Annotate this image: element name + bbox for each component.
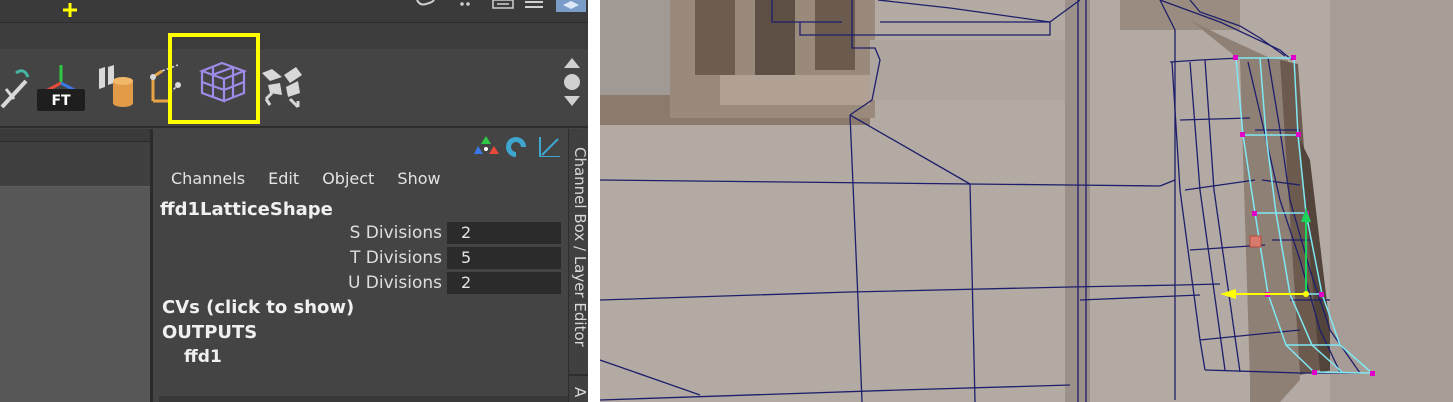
shelf-scroll-up-icon[interactable] [564,58,580,68]
cvs-toggle[interactable]: CVs (click to show) [162,297,354,318]
manip-center-icon [1303,291,1309,297]
menu-show[interactable]: Show [397,169,440,188]
channel-box-toolbar [474,136,560,157]
cube-blue-icon[interactable] [556,0,586,12]
shelf: FT [0,49,588,128]
attr-label-u-divisions[interactable]: U Divisions [348,273,442,293]
shelf-menu-icon[interactable] [564,74,580,90]
left-panel-header [0,129,150,142]
attr-field-t-divisions[interactable]: 5 [447,247,561,269]
left-panel-body [0,186,150,402]
lattice-highlight-box [168,33,260,124]
outputs-heading: OUTPUTS [162,322,258,343]
shelf-scroll-control[interactable] [560,54,584,110]
shelf-scroll-down-icon[interactable] [564,96,580,106]
manipulator-icon[interactable] [474,136,499,154]
ft-label: FT [51,93,71,109]
viewport-panel[interactable] [600,0,1453,402]
menu-channels[interactable]: Channels [171,169,245,188]
shelf-tabs-bar [0,22,588,51]
attr-label-s-divisions[interactable]: S Divisions [350,223,442,243]
menu-object[interactable]: Object [322,169,374,188]
channel-box-bottom-bar [159,396,568,402]
wrap-deformer-icon[interactable] [260,63,306,113]
yellow-plus-icon[interactable] [63,3,77,17]
bend-deformer-icon[interactable] [96,63,138,113]
attr-field-u-divisions[interactable]: 2 [447,272,561,294]
side-tab-label: Channel Box / Layer Editor [571,147,588,347]
left-panel [0,129,150,402]
grid-dots-icon[interactable] [460,2,470,6]
status-line-icons [63,0,586,17]
lines-icon[interactable] [525,1,543,8]
attr-label-t-divisions[interactable]: T Divisions [350,248,442,268]
attr-field-s-divisions[interactable]: 2 [447,222,561,244]
attribute-editor-tab-label[interactable]: A [571,387,588,397]
viewport-scene [600,0,1453,402]
slope-icon[interactable] [539,137,560,157]
freeze-transform-button[interactable]: FT [34,63,88,113]
snap-icon[interactable] [416,0,435,6]
status-line [0,0,588,22]
channel-box-menu: Channels Edit Object Show [171,169,459,188]
channel-box-side-tab[interactable]: Channel Box / Layer Editor A [568,129,588,402]
side-tab-separator [569,374,588,376]
speed-icon[interactable] [506,137,526,157]
menu-edit[interactable]: Edit [268,169,299,188]
channel-box: Channels Edit Object Show ffd1LatticeSha… [153,129,568,402]
maya-interface: FT Channels Edit Object Show ffd1Lattice… [0,0,588,402]
output-item-ffd1[interactable]: ffd1 [184,347,222,367]
sculpt-icon[interactable] [0,63,30,113]
object-name[interactable]: ffd1LatticeShape [160,199,333,220]
manip-red-handle [1249,235,1262,248]
layout-icon[interactable] [492,0,514,9]
